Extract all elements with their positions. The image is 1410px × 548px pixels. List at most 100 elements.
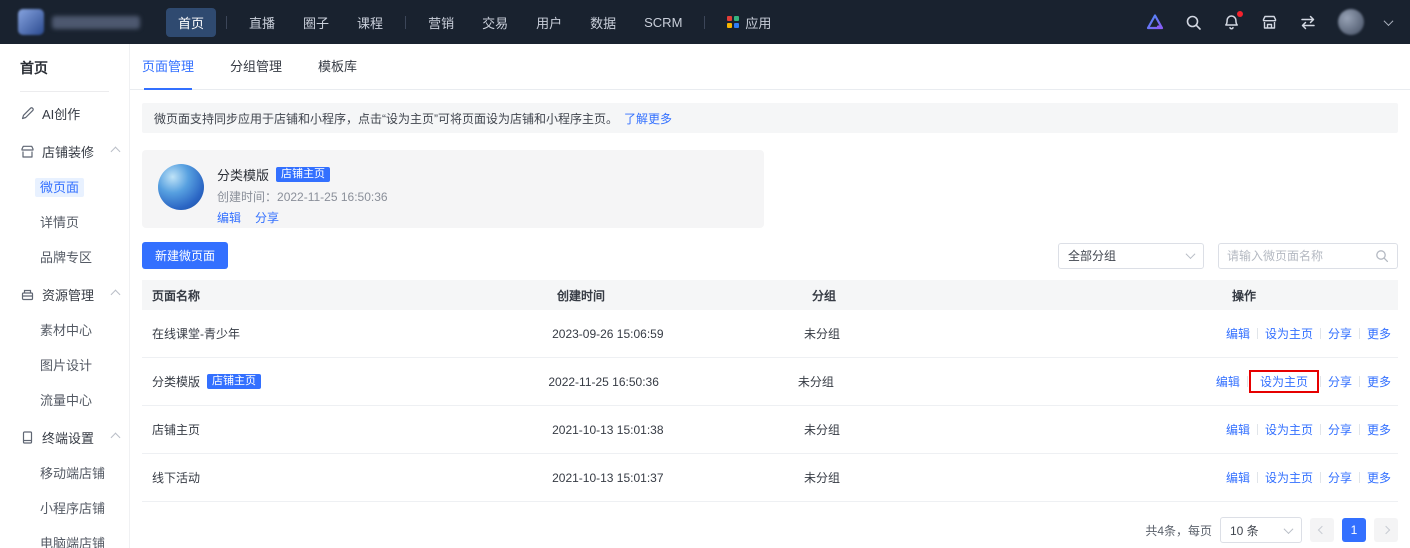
- more-link[interactable]: 更多: [1360, 469, 1398, 486]
- card-edit-link[interactable]: 编辑: [217, 209, 241, 226]
- share-link[interactable]: 分享: [1321, 421, 1359, 438]
- share-link[interactable]: 分享: [1321, 373, 1359, 390]
- next-page-button[interactable]: [1374, 518, 1398, 542]
- cell-created-time: 2021-10-13 15:01:37: [552, 471, 804, 485]
- cell-page-name: 在线课堂-青少年: [152, 325, 240, 342]
- ai-assistant-icon[interactable]: [1146, 14, 1164, 30]
- table-row: 分类模版店铺主页 2022-11-25 16:50:36 未分组 编辑 设为主页…: [142, 358, 1398, 406]
- store-decoration-icon: [20, 144, 35, 159]
- nav-item-trade[interactable]: 交易: [470, 8, 520, 37]
- brand-logo[interactable]: [18, 9, 150, 35]
- sidebar-item-pc-store[interactable]: 电脑端店铺: [0, 525, 129, 548]
- cell-group: 未分组: [804, 325, 1219, 342]
- more-link[interactable]: 更多: [1360, 373, 1398, 390]
- toolbar: 新建微页面 全部分组: [142, 242, 1398, 269]
- nav-item-course[interactable]: 课程: [345, 8, 395, 37]
- tab-page-management[interactable]: 页面管理: [142, 44, 194, 90]
- learn-more-link[interactable]: 了解更多: [624, 110, 672, 127]
- group-filter-select[interactable]: 全部分组: [1058, 243, 1204, 269]
- new-micropage-button[interactable]: 新建微页面: [142, 242, 228, 269]
- nav-item-apps[interactable]: 应用: [715, 8, 783, 37]
- switch-account-icon[interactable]: [1299, 15, 1317, 30]
- notice-text: 微页面支持同步应用于店铺和小程序，点击“设为主页”可将页面设为店铺和小程序主页。: [154, 110, 618, 127]
- sidebar-group-resource-management[interactable]: 资源管理: [0, 277, 129, 312]
- cell-page-name: 店铺主页: [152, 421, 200, 438]
- prev-page-button[interactable]: [1310, 518, 1334, 542]
- set-as-home-link[interactable]: 设为主页: [1258, 325, 1320, 342]
- sidebar-title: 首页: [0, 58, 129, 78]
- sidebar-item-brand-zone[interactable]: 品牌专区: [0, 239, 129, 274]
- edit-link[interactable]: 编辑: [1219, 325, 1257, 342]
- more-link[interactable]: 更多: [1360, 325, 1398, 342]
- nav-item-apps-label: 应用: [745, 13, 771, 32]
- cell-page-name: 线下活动: [152, 469, 200, 486]
- row-actions: 编辑 设为主页 分享 更多: [1219, 325, 1398, 342]
- sidebar-group-terminal-settings[interactable]: 终端设置: [0, 420, 129, 455]
- search-input[interactable]: [1227, 249, 1375, 263]
- tab-group-management[interactable]: 分组管理: [230, 44, 282, 90]
- share-link[interactable]: 分享: [1321, 469, 1359, 486]
- table-row: 在线课堂-青少年 2023-09-26 15:06:59 未分组 编辑 设为主页…: [142, 310, 1398, 358]
- page-size-select[interactable]: 10 条: [1220, 517, 1302, 543]
- page-size-value: 10 条: [1230, 522, 1259, 539]
- sidebar-item-image-design[interactable]: 图片设计: [0, 347, 129, 382]
- nav-item-live[interactable]: 直播: [237, 8, 287, 37]
- cell-created-time: 2023-09-26 15:06:59: [552, 327, 804, 341]
- cell-page-name: 分类模版: [152, 373, 200, 390]
- search-icon[interactable]: [1375, 249, 1389, 263]
- set-as-home-link-highlighted[interactable]: 设为主页: [1253, 373, 1315, 390]
- header-created-time: 创建时间: [557, 287, 812, 304]
- main-content: 页面管理 分组管理 模板库 微页面支持同步应用于店铺和小程序，点击“设为主页”可…: [130, 44, 1410, 548]
- nav-item-data[interactable]: 数据: [578, 8, 628, 37]
- row-actions: 编辑 设为主页 分享 更多: [1219, 421, 1398, 438]
- account-chevron-down-icon[interactable]: [1384, 16, 1394, 26]
- collapse-chevron-icon: [111, 290, 121, 300]
- table-row: 店铺主页 2021-10-13 15:01:38 未分组 编辑 设为主页 分享 …: [142, 406, 1398, 454]
- brand-logo-text-blurred: [52, 16, 140, 29]
- edit-link[interactable]: 编辑: [1219, 421, 1257, 438]
- nav-item-circle[interactable]: 圈子: [291, 8, 341, 37]
- nav-item-users[interactable]: 用户: [524, 8, 574, 37]
- nav-separator: [405, 16, 406, 29]
- sidebar-item-mobile-store[interactable]: 移动端店铺: [0, 455, 129, 490]
- nav-separator: [704, 16, 705, 29]
- sidebar-group-label: 店铺装修: [42, 142, 94, 161]
- sidebar-item-ai-creation[interactable]: AI创作: [0, 96, 129, 131]
- tab-template-library[interactable]: 模板库: [318, 44, 357, 90]
- search-icon[interactable]: [1185, 14, 1202, 31]
- store-icon[interactable]: [1261, 14, 1278, 31]
- collapse-chevron-icon: [111, 147, 121, 157]
- edit-link[interactable]: 编辑: [1209, 373, 1247, 390]
- sidebar-item-detail-page[interactable]: 详情页: [0, 204, 129, 239]
- sidebar-item-micro-page[interactable]: 微页面: [0, 169, 129, 204]
- edit-link[interactable]: 编辑: [1219, 469, 1257, 486]
- page-number-1[interactable]: 1: [1342, 518, 1366, 542]
- header-group: 分组: [812, 287, 1232, 304]
- nav-item-scrm[interactable]: SCRM: [632, 10, 694, 35]
- pagination-total-text: 共4条，每页: [1145, 522, 1212, 539]
- cell-group: 未分组: [804, 421, 1219, 438]
- current-homepage-card: 分类模版 店铺主页 创建时间：2022-11-25 16:50:36 编辑 分享: [142, 150, 764, 228]
- set-as-home-link[interactable]: 设为主页: [1258, 421, 1320, 438]
- apps-grid-icon: [727, 16, 739, 28]
- more-link[interactable]: 更多: [1360, 421, 1398, 438]
- sidebar-item-traffic-center[interactable]: 流量中心: [0, 382, 129, 417]
- nav-item-home[interactable]: 首页: [166, 8, 216, 37]
- sidebar-group-store-decoration[interactable]: 店铺装修: [0, 134, 129, 169]
- set-as-home-link[interactable]: 设为主页: [1258, 469, 1320, 486]
- nav-item-marketing[interactable]: 营销: [416, 8, 466, 37]
- chevron-right-icon: [1382, 526, 1390, 534]
- user-avatar[interactable]: [1338, 9, 1364, 35]
- notification-badge-dot: [1237, 11, 1243, 17]
- share-link[interactable]: 分享: [1321, 325, 1359, 342]
- chevron-left-icon: [1318, 526, 1326, 534]
- sidebar-item-miniprogram-store[interactable]: 小程序店铺: [0, 490, 129, 525]
- table-header-row: 页面名称 创建时间 分组 操作: [142, 280, 1398, 310]
- card-share-link[interactable]: 分享: [255, 209, 279, 226]
- notification-bell-icon[interactable]: [1223, 14, 1240, 31]
- row-actions: 编辑 设为主页 分享 更多: [1209, 370, 1398, 393]
- page-thumbnail-avatar: [158, 164, 204, 210]
- search-box: [1218, 243, 1398, 269]
- sidebar-item-material-center[interactable]: 素材中心: [0, 312, 129, 347]
- sidebar: 首页 AI创作 店铺装修 微页面 详情页 品牌专区 资源管理 素材中心: [0, 44, 130, 548]
